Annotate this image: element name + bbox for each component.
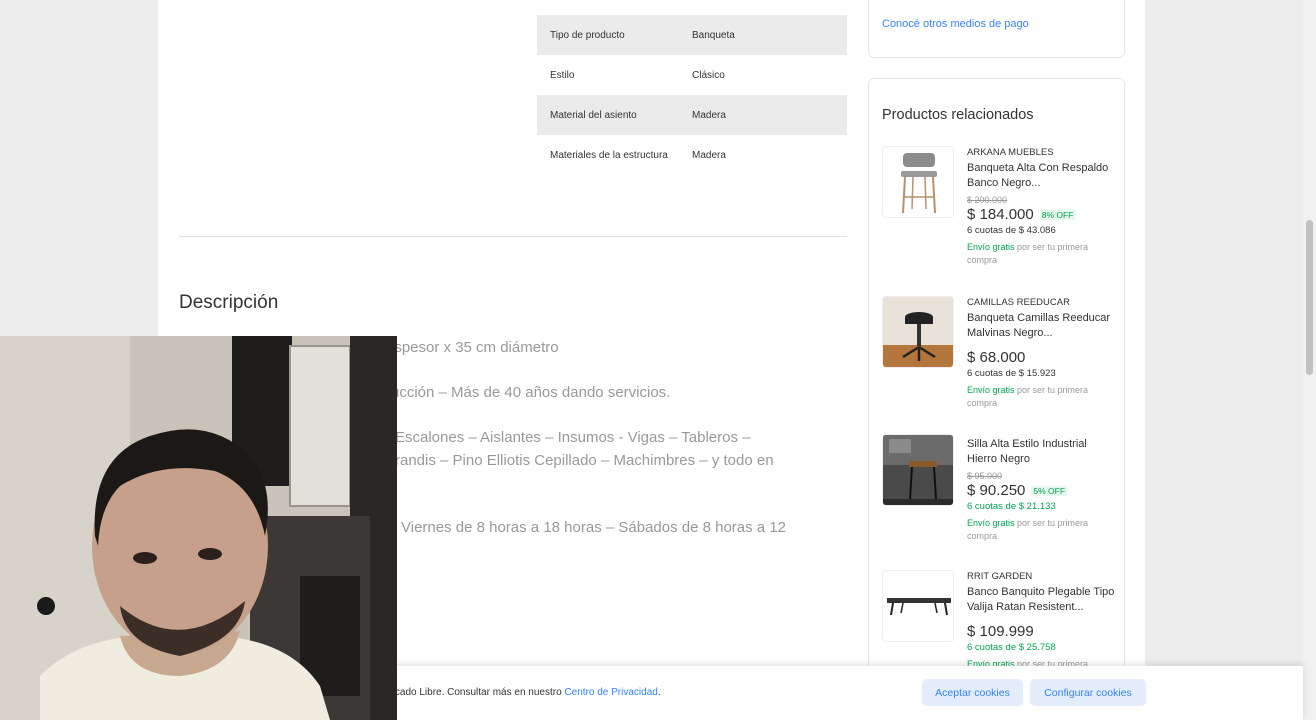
description-line: rucción – Más de 40 años dando servicios… — [386, 384, 671, 401]
product-installments: 6 cuotas de $ 21.133 — [967, 501, 1056, 512]
cookie-message: ercado Libre. Consultar más en nuestro C… — [386, 687, 661, 698]
spec-row: Estilo Clásico — [537, 55, 847, 95]
product-installments: 6 cuotas de $ 25.758 — [967, 642, 1056, 653]
spec-key: Materiales de la estructura — [550, 149, 668, 161]
description-line: randis – Pino Elliotis Cepillado – Machi… — [395, 452, 774, 469]
spec-value: Madera — [692, 109, 726, 121]
spec-value: Clásico — [692, 69, 725, 81]
cookie-text: ercado Libre. Consultar más en nuestro — [386, 687, 565, 698]
shipping-info: Envío gratis por ser tu primera compra — [967, 517, 1117, 543]
product-old-price: $ 95.000 — [967, 471, 1003, 481]
discount-badge: 8% OFF — [1039, 209, 1076, 220]
discount-badge: 5% OFF — [1031, 485, 1068, 496]
section-divider — [179, 236, 847, 237]
spec-row: Material del asiento Madera — [537, 95, 847, 135]
product-installments: 6 cuotas de $ 43.086 — [967, 225, 1056, 236]
product-brand: RRIT GARDEN — [967, 571, 1033, 582]
page-scrollbar[interactable] — [1303, 0, 1316, 720]
free-shipping-label: Envío gratis — [967, 385, 1015, 395]
product-price: $ 184.000 — [967, 206, 1034, 223]
spec-key: Tipo de producto — [550, 29, 625, 41]
spec-row: Materiales de la estructura Madera — [537, 135, 847, 175]
spec-value: Banqueta — [692, 29, 735, 41]
webcam-overlay — [0, 336, 397, 720]
product-name[interactable]: Silla Alta Estilo Industrial Hierro Negr… — [967, 437, 1117, 467]
product-name[interactable]: Banqueta Alta Con Respaldo Banco Negro..… — [967, 161, 1117, 191]
description-title: Descripción — [179, 292, 279, 313]
shipping-info: Envío gratis por ser tu primera compra — [967, 241, 1117, 267]
description-line: Viernes de 8 horas a 18 horas – Sábados … — [401, 519, 786, 536]
product-old-price: $ 200.000 — [967, 195, 1008, 205]
product-image[interactable] — [882, 570, 954, 642]
product-name[interactable]: Banco Banquito Plegable Tipo Valija Rata… — [967, 585, 1117, 615]
product-price: $ 90.250 — [967, 482, 1026, 499]
accept-cookies-button[interactable]: Aceptar cookies — [922, 679, 1023, 706]
product-brand: CAMILLAS REEDUCAR — [967, 297, 1070, 308]
specs-table: Tipo de producto Banqueta Estilo Clásico… — [537, 15, 847, 175]
product-installments: 6 cuotas de $ 15.923 — [967, 368, 1056, 379]
scrollbar-thumb[interactable] — [1306, 220, 1313, 375]
spec-key: Estilo — [550, 69, 575, 81]
spec-row: Tipo de producto Banqueta — [537, 15, 847, 55]
cookie-text-end: . — [657, 687, 661, 698]
product-image[interactable] — [882, 296, 954, 368]
product-brand: ARKANA MUEBLES — [967, 147, 1054, 158]
configure-cookies-button[interactable]: Configurar cookies — [1030, 679, 1146, 706]
related-products-panel: Productos relacionados ARKANA MUEBLES Ba… — [868, 78, 1125, 720]
product-price: $ 68.000 — [967, 349, 1026, 366]
spec-value: Madera — [692, 149, 726, 161]
related-products-title: Productos relacionados — [882, 107, 1034, 123]
payment-box: Conocé otros medios de pago — [868, 0, 1125, 58]
product-image[interactable] — [882, 434, 954, 506]
description-line: Escalones – Aislantes – Insumos - Vigas … — [395, 429, 751, 446]
description-line: espesor x 35 cm diámetro — [386, 339, 559, 356]
spec-key: Material del asiento — [550, 109, 637, 121]
webcam-person-image — [0, 336, 397, 720]
product-image[interactable] — [882, 146, 954, 218]
free-shipping-label: Envío gratis — [967, 518, 1015, 528]
shipping-info: Envío gratis por ser tu primera compra — [967, 384, 1117, 410]
free-shipping-label: Envío gratis — [967, 242, 1015, 252]
payment-methods-link[interactable]: Conocé otros medios de pago — [882, 18, 1029, 30]
product-name[interactable]: Banqueta Camillas Reeducar Malvinas Negr… — [967, 311, 1117, 341]
privacy-center-link[interactable]: Centro de Privacidad — [564, 687, 657, 698]
product-price: $ 109.999 — [967, 623, 1034, 640]
